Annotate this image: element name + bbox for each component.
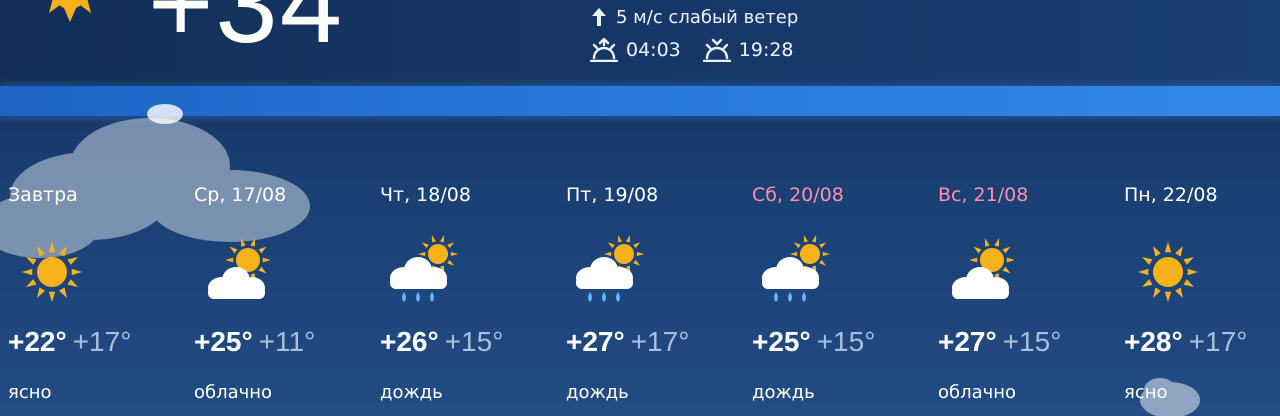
sun-times: 04:03 19:28: [590, 37, 794, 63]
wind-direction-arrow-icon: [592, 8, 606, 26]
day-temperature: +27°: [938, 326, 997, 357]
forecast-day[interactable]: Чт, 18/08 +26° +15° дождь: [380, 178, 560, 416]
wind-text: 5 м/с слабый ветер: [616, 6, 799, 28]
sun-icon: [1128, 232, 1208, 312]
partly-cloudy-icon: [198, 232, 278, 312]
sun-icon: [12, 232, 92, 312]
forecast-day-label: Вс, 21/08: [938, 184, 1029, 206]
rain-icon: [384, 232, 464, 312]
forecast-temperatures: +26° +15°: [380, 326, 503, 358]
day-temperature: +28°: [1124, 326, 1183, 357]
day-temperature: +26°: [380, 326, 439, 357]
current-temperature: +34: [148, 0, 344, 66]
sunset-icon: [702, 38, 731, 62]
forecast-condition: дождь: [566, 382, 629, 403]
forecast-day[interactable]: Сб, 20/08 +25° +15° дождь: [752, 178, 932, 416]
forecast-condition: ясно: [8, 382, 52, 403]
night-temperature: +17°: [630, 326, 690, 357]
night-temperature: +15°: [816, 326, 876, 357]
day-temperature: +27°: [566, 326, 625, 357]
forecast-condition: ясно: [1124, 382, 1168, 403]
forecast-day[interactable]: Вс, 21/08 +27° +15° облачно: [938, 178, 1118, 416]
forecast-day-label: Пн, 22/08: [1124, 184, 1218, 206]
sunrise-time: 04:03: [626, 39, 681, 61]
rain-icon: [756, 232, 836, 312]
forecast-day-label: Чт, 18/08: [380, 184, 471, 206]
sunrise-icon: [590, 38, 618, 62]
night-temperature: +17°: [72, 326, 132, 357]
forecast-condition: дождь: [752, 382, 815, 403]
day-temperature: +22°: [8, 326, 67, 357]
accent-band: [0, 86, 1280, 116]
wind-info: 5 м/с слабый ветер: [592, 6, 798, 28]
forecast-temperatures: +27° +15°: [938, 326, 1061, 358]
forecast-day[interactable]: Пт, 19/08 +27° +17° дождь: [566, 178, 746, 416]
sun-icon: [49, 0, 91, 22]
forecast-day[interactable]: Завтра +22° +17° ясно: [8, 178, 188, 416]
forecast-day-label: Ср, 17/08: [194, 184, 287, 206]
forecast-temperatures: +22° +17°: [8, 326, 131, 358]
forecast-day[interactable]: Ср, 17/08 +25° +11° облачно: [194, 178, 374, 416]
forecast-temperatures: +25° +11°: [194, 326, 315, 358]
partly-cloudy-icon: [942, 232, 1022, 312]
day-temperature: +25°: [194, 326, 253, 357]
night-temperature: +11°: [258, 326, 316, 357]
rain-icon: [570, 232, 650, 312]
night-temperature: +17°: [1188, 326, 1248, 357]
forecast-day-label: Завтра: [8, 184, 78, 206]
forecast-temperatures: +25° +15°: [752, 326, 875, 358]
day-temperature: +25°: [752, 326, 811, 357]
forecast-day-label: Сб, 20/08: [752, 184, 844, 206]
forecast-temperatures: +28° +17°: [1124, 326, 1247, 358]
current-weather-header: +34 5 м/с слабый ветер 04:03 19:28: [0, 0, 1280, 86]
night-temperature: +15°: [444, 326, 504, 357]
forecast-temperatures: +27° +17°: [566, 326, 689, 358]
night-temperature: +15°: [1002, 326, 1062, 357]
forecast-list: Завтра +22° +17° ясно Ср, 17/08 +25° +11° облач…: [0, 178, 1280, 416]
forecast-condition: облачно: [194, 382, 273, 403]
forecast-condition: облачно: [938, 382, 1017, 403]
sunset-time: 19:28: [738, 39, 794, 61]
forecast-day-label: Пт, 19/08: [566, 184, 659, 206]
forecast-condition: дождь: [380, 382, 443, 403]
forecast-day[interactable]: Пн, 22/08 +28° +17° ясно: [1124, 178, 1280, 416]
